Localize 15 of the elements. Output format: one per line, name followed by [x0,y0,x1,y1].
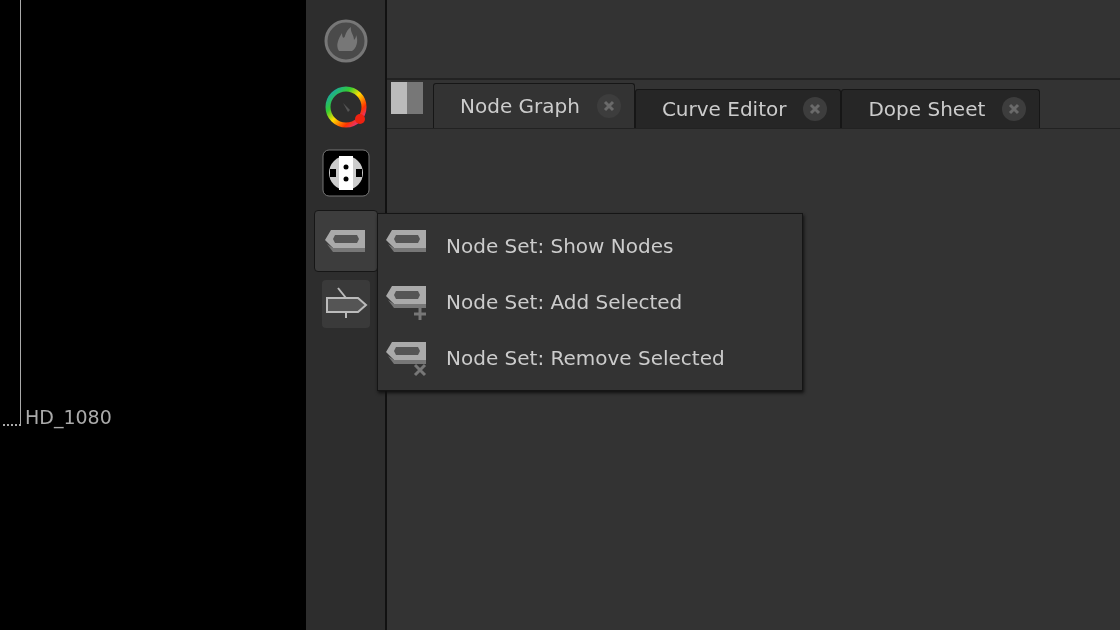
panel-tab[interactable]: Node Graph [433,83,635,128]
menu-item[interactable]: Node Set: Show Nodes [378,218,802,274]
menu-item[interactable]: Node Set: Add Selected [378,274,802,330]
panel-menu-icon[interactable] [391,82,423,114]
node-set-tool-button[interactable] [313,210,378,272]
menu-item[interactable]: Node Set: Remove Selected [378,330,802,386]
panel-tab[interactable]: Curve Editor [634,89,842,128]
close-icon[interactable] [595,93,622,119]
plug-icon [321,149,370,197]
flame-icon [322,18,369,64]
close-icon[interactable] [1001,96,1028,122]
panel-tab[interactable]: Dope Sheet [841,89,1041,128]
close-icon[interactable] [802,96,829,122]
arrow-node-tool-button[interactable] [321,280,370,328]
format-label: HD_1080 [25,406,112,428]
